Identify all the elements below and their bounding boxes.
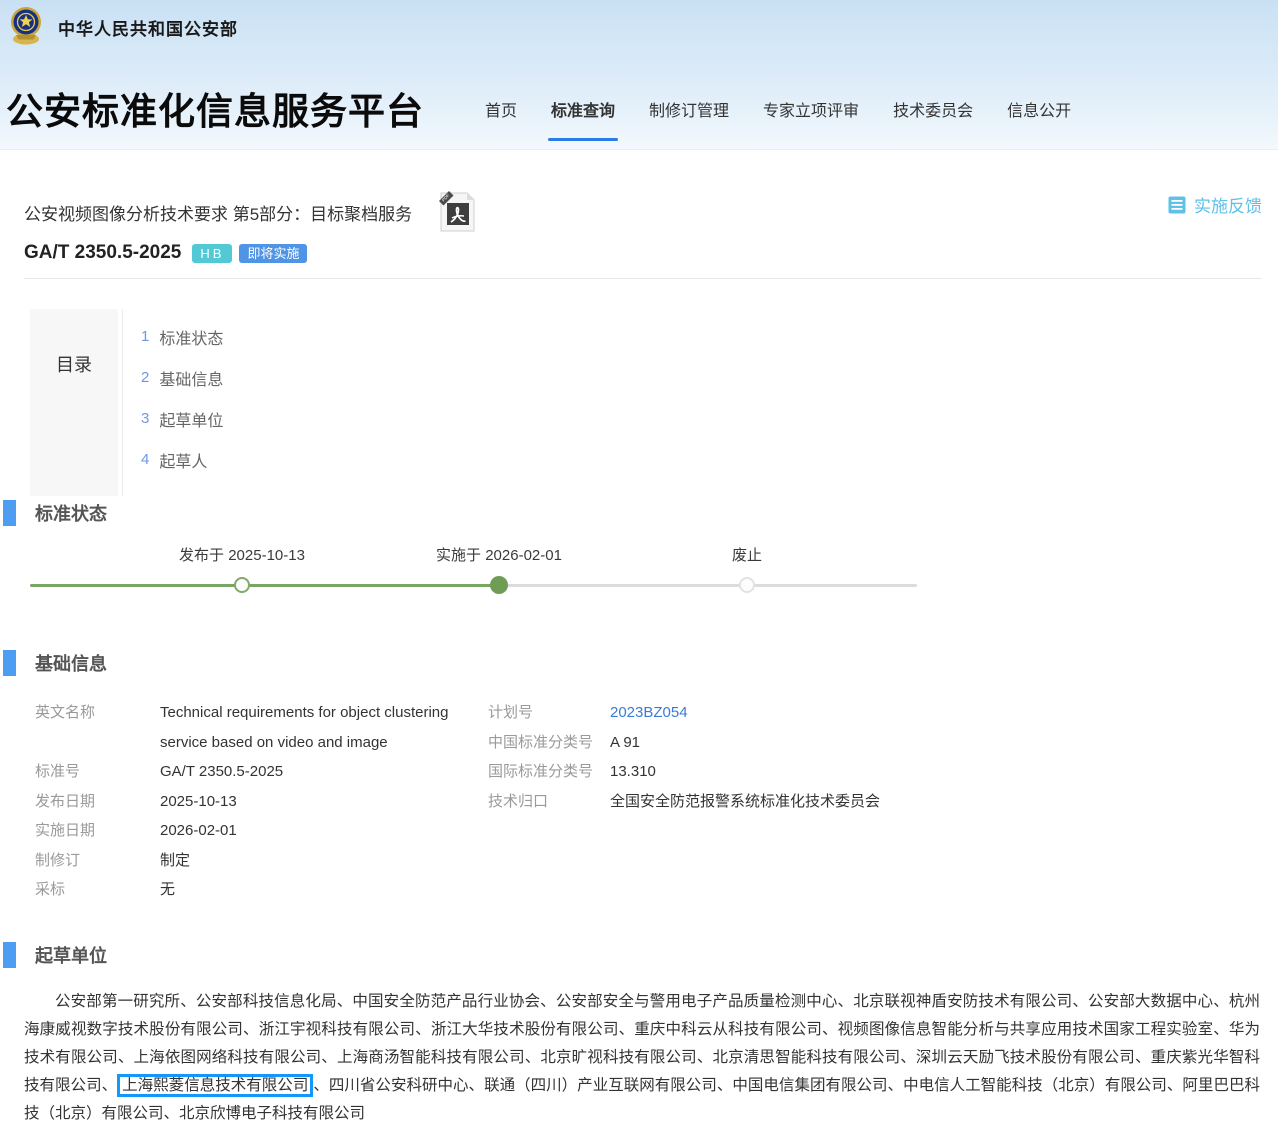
plan-number-link[interactable]: 2023BZ054 bbox=[610, 698, 688, 728]
toc-item-status[interactable]: 1 标准状态 bbox=[141, 325, 223, 349]
drafting-units-paragraph: 公安部第一研究所、公安部科技信息化局、中国安全防范产品行业协会、公安部安全与警用… bbox=[24, 988, 1260, 1122]
toc-item-number: 2 bbox=[141, 369, 149, 386]
info-row-plan-number: 计划号 2023BZ054 bbox=[488, 698, 880, 728]
nav-information-disclosure[interactable]: 信息公开 bbox=[1007, 97, 1071, 141]
toc-item-number: 4 bbox=[141, 451, 149, 468]
nav-revision-management[interactable]: 制修订管理 bbox=[649, 97, 729, 141]
info-row-english-name: 英文名称 Technical requirements for object c… bbox=[35, 698, 488, 757]
table-of-contents: 目录 1 标准状态 2 基础信息 3 起草单位 4 起草人 bbox=[30, 309, 1278, 496]
section-marker-bar bbox=[3, 650, 16, 676]
basic-info-grid: 英文名称 Technical requirements for object c… bbox=[35, 698, 1262, 905]
status-section-header: 标准状态 bbox=[0, 500, 1278, 526]
header-divider bbox=[24, 278, 1262, 279]
toc-title: 目录 bbox=[30, 309, 118, 496]
basic-info-section-header: 基础信息 bbox=[0, 650, 1278, 676]
standard-title: 公安视频图像分析技术要求 第5部分：目标聚档服务 bbox=[24, 200, 412, 225]
toc-item-label: 起草单位 bbox=[159, 413, 223, 430]
info-row-technical-committee: 技术归口 全国安全防范报警系统标准化技术委员会 bbox=[488, 787, 880, 817]
feedback-label: 实施反馈 bbox=[1194, 192, 1262, 217]
timeline-node-published bbox=[234, 577, 250, 593]
toc-item-number: 1 bbox=[141, 328, 149, 345]
nav-home[interactable]: 首页 bbox=[485, 97, 517, 141]
police-emblem-icon bbox=[8, 4, 44, 51]
status-section-title: 标准状态 bbox=[35, 500, 107, 526]
standard-code-row: GA/T 2350.5-2025 HB 即将实施 bbox=[24, 242, 1254, 264]
info-row-ics-code: 国际标准分类号 13.310 bbox=[488, 757, 880, 787]
nav-technical-committee[interactable]: 技术委员会 bbox=[893, 97, 973, 141]
toc-list: 1 标准状态 2 基础信息 3 起草单位 4 起草人 bbox=[122, 309, 223, 496]
info-row-adoption: 采标 无 bbox=[35, 875, 488, 905]
basic-info-left-column: 英文名称 Technical requirements for object c… bbox=[35, 698, 488, 905]
toc-item-basic-info[interactable]: 2 基础信息 bbox=[141, 366, 223, 390]
status-timeline: 发布于 2025-10-13 实施于 2026-02-01 废止 bbox=[0, 544, 1278, 608]
info-row-ccs-code: 中国标准分类号 A 91 bbox=[488, 728, 880, 758]
standard-code: GA/T 2350.5-2025 bbox=[24, 242, 181, 264]
timeline-node-implemented bbox=[490, 576, 508, 594]
timeline-line-done bbox=[30, 584, 499, 587]
toc-item-drafters[interactable]: 4 起草人 bbox=[141, 448, 223, 472]
timeline-implemented-label: 实施于 2026-02-01 bbox=[436, 544, 562, 565]
upcoming-implementation-badge: 即将实施 bbox=[239, 244, 307, 263]
site-header: 公安标准化信息服务平台 首页 标准查询 制修订管理 专家立项评审 技术委员会 信… bbox=[0, 55, 1278, 150]
hb-badge: HB bbox=[192, 244, 232, 263]
main-nav: 首页 标准查询 制修订管理 专家立项评审 技术委员会 信息公开 bbox=[485, 97, 1071, 141]
basic-info-right-column: 计划号 2023BZ054 中国标准分类号 A 91 国际标准分类号 13.31… bbox=[488, 698, 880, 905]
nav-expert-project-review[interactable]: 专家立项评审 bbox=[763, 97, 859, 141]
toc-item-drafting-units[interactable]: 3 起草单位 bbox=[141, 407, 223, 431]
toc-item-label: 标准状态 bbox=[159, 331, 223, 348]
toc-item-label: 基础信息 bbox=[159, 372, 223, 389]
toc-item-number: 3 bbox=[141, 410, 149, 427]
implementation-feedback-link[interactable]: 实施反馈 bbox=[1167, 192, 1262, 217]
info-row-implement-date: 实施日期 2026-02-01 bbox=[35, 816, 488, 846]
site-title: 公安标准化信息服务平台 bbox=[6, 81, 424, 135]
drafting-units-section-title: 起草单位 bbox=[35, 942, 107, 968]
standard-title-row: 公安视频图像分析技术要求 第5部分：目标聚档服务 PDF 实施反馈 bbox=[24, 190, 1262, 234]
drafting-units-section-header: 起草单位 bbox=[0, 942, 1278, 968]
timeline-node-abolished bbox=[739, 577, 755, 593]
timeline-abolished-label: 废止 bbox=[732, 544, 762, 565]
info-row-publish-date: 发布日期 2025-10-13 bbox=[35, 787, 488, 817]
ministry-top-bar: 中华人民共和国公安部 bbox=[0, 0, 1278, 55]
info-row-standard-code: 标准号 GA/T 2350.5-2025 bbox=[35, 757, 488, 787]
feedback-form-icon bbox=[1167, 195, 1187, 215]
timeline-line-future bbox=[499, 584, 917, 587]
basic-info-section-title: 基础信息 bbox=[35, 650, 107, 676]
timeline-published-label: 发布于 2025-10-13 bbox=[179, 544, 305, 565]
section-marker-bar bbox=[3, 942, 16, 968]
pdf-file-icon[interactable]: PDF bbox=[438, 191, 476, 233]
highlighted-company-box: 上海熙菱信息技术有限公司 bbox=[117, 1074, 313, 1097]
info-row-revision-type: 制修订 制定 bbox=[35, 846, 488, 876]
nav-standard-search[interactable]: 标准查询 bbox=[551, 97, 615, 141]
ministry-title: 中华人民共和国公安部 bbox=[58, 15, 238, 40]
toc-item-label: 起草人 bbox=[159, 454, 207, 471]
section-marker-bar bbox=[3, 500, 16, 526]
